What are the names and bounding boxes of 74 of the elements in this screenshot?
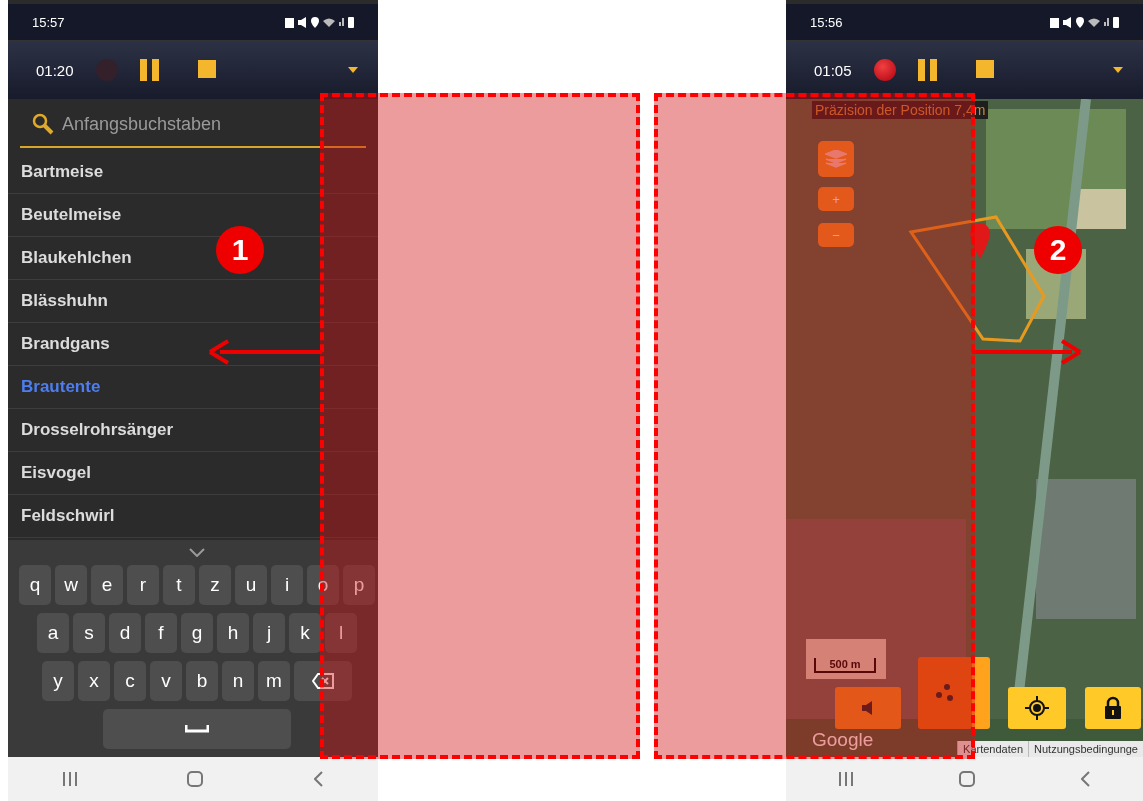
recent-apps-icon[interactable] [63,772,78,786]
signal-icon [339,18,344,26]
wifi-icon [323,17,335,27]
backspace-icon [312,673,334,689]
keyboard-key[interactable]: h [217,613,249,653]
signal-icon [1104,18,1109,26]
keyboard-key[interactable]: s [73,613,105,653]
keyboard-key[interactable]: f [145,613,177,653]
keyboard-key[interactable]: p [343,565,375,605]
dots-icon [935,683,955,703]
map-scale: 500 m [814,658,876,673]
keyboard-key[interactable]: t [163,565,195,605]
keyboard-key[interactable]: g [181,613,213,653]
species-list-item[interactable]: Eisvogel [8,452,378,495]
mute-icon [1063,16,1072,28]
keyboard-key[interactable]: l [325,613,357,653]
keyboard-key[interactable]: q [19,565,51,605]
home-icon[interactable] [187,771,204,787]
keyboard-key[interactable]: x [78,661,110,701]
keyboard-key[interactable]: w [55,565,87,605]
collapse-keyboard-icon[interactable] [189,548,205,557]
recording-time: 01:20 [36,61,74,79]
backspace-key[interactable] [294,661,352,701]
recording-time: 01:05 [814,61,852,79]
status-time: 15:56 [810,14,843,30]
recent-apps-icon[interactable] [839,772,853,786]
keyboard-key[interactable]: a [37,613,69,653]
species-list-item[interactable]: Brautente [8,366,378,409]
keyboard-key[interactable]: j [253,613,285,653]
keyboard-key[interactable]: v [150,661,182,701]
lock-button[interactable] [1085,687,1141,729]
layers-icon [825,150,847,168]
map-provider-logo: Google [812,729,874,751]
species-list-item[interactable]: Drosselrohrsänger [8,409,378,452]
pause-icon[interactable] [139,59,160,81]
species-list-item[interactable]: Bartmeise [8,151,378,194]
wifi-icon [1088,17,1100,27]
keyboard-key[interactable]: e [91,565,123,605]
keyboard-key[interactable]: i [271,565,303,605]
keyboard-key[interactable]: z [199,565,231,605]
dropdown-caret-icon[interactable] [1113,67,1123,73]
space-bar-icon [185,725,209,733]
species-list-item[interactable]: Blässhuhn [8,280,378,323]
keyboard-key[interactable]: n [222,661,254,701]
dropdown-caret-icon[interactable] [348,67,358,73]
home-icon[interactable] [959,771,975,787]
battery-icon [1113,16,1119,28]
keyboard-key[interactable]: m [258,661,290,701]
crosshair-icon [1025,696,1049,720]
sound-button[interactable] [835,687,901,729]
locate-button[interactable] [1008,687,1066,729]
keyboard-key[interactable]: c [114,661,146,701]
pause-icon[interactable] [917,59,938,81]
search-field[interactable]: Anfangsbuchstaben [60,112,344,136]
species-list-item[interactable]: Brandgans [8,323,378,366]
battery-icon [348,16,354,28]
status-time: 15:57 [32,14,65,30]
keyboard-key[interactable]: b [186,661,218,701]
keyboard-key[interactable]: k [289,613,321,653]
search-icon [32,113,54,135]
location-icon [1076,16,1084,28]
record-indicator[interactable] [873,59,896,81]
speaker-icon [861,701,875,715]
back-icon[interactable] [313,771,323,787]
side-button[interactable] [972,657,990,729]
location-icon [311,16,319,28]
mute-icon [298,16,307,28]
species-list-item[interactable]: Feldschwirl [8,495,378,538]
keyboard-key[interactable]: u [235,565,267,605]
location-pin-icon [970,223,990,259]
back-icon[interactable] [1081,771,1090,787]
keyboard-key[interactable]: r [127,565,159,605]
keyboard-key[interactable]: y [42,661,74,701]
keyboard-key[interactable]: d [109,613,141,653]
